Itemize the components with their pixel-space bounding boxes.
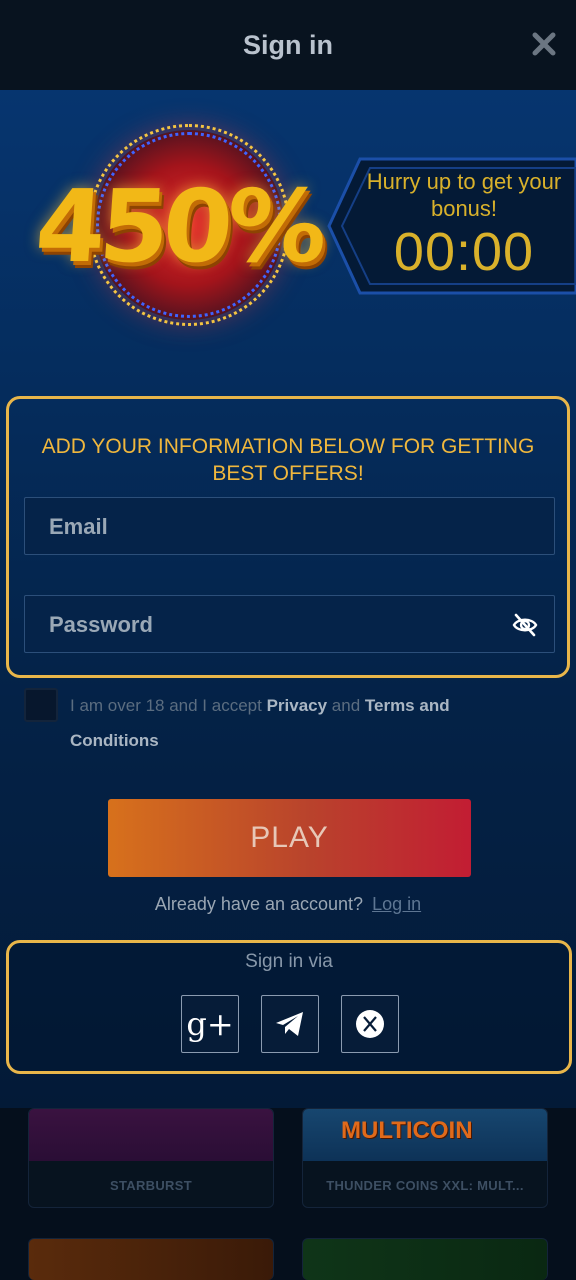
form-headline: ADD YOUR INFORMATION BELOW FOR GETTING B… (41, 435, 535, 485)
modal-title: Sign in (243, 29, 333, 60)
sign-in-via-label: Sign in via (245, 951, 333, 972)
password-placeholder: Password (49, 612, 153, 637)
close-icon[interactable] (530, 30, 558, 58)
age-consent-checkbox[interactable] (24, 688, 58, 722)
x-icon (356, 1010, 384, 1038)
x-sign-in-button[interactable] (341, 995, 399, 1053)
game-thumbnail (29, 1109, 273, 1161)
password-field[interactable]: Password (24, 595, 555, 653)
countdown-timer: 00:00 (393, 222, 535, 282)
bonus-percent: 450% (31, 168, 326, 285)
consent-prefix: I am over 18 and I accept (70, 696, 267, 715)
game-card-starburst[interactable]: STARBURST (28, 1108, 274, 1208)
game-thumbnail: MULTICOIN (303, 1109, 547, 1161)
modal-header: Sign in (0, 0, 576, 90)
hurry-text: Hurry up to get your bonus! (366, 169, 562, 221)
google-sign-in-button[interactable]: g+ (181, 995, 239, 1053)
login-question: Already have an account? (154, 894, 364, 914)
consent-and: and (327, 696, 365, 715)
game-card[interactable] (28, 1238, 274, 1280)
sign-in-modal: 450% Hurry up to get your bonus! 00:00 A… (0, 90, 576, 1108)
telegram-icon (276, 1012, 303, 1036)
telegram-sign-in-button[interactable] (261, 995, 319, 1053)
google-plus-icon: g+ (186, 1005, 234, 1043)
privacy-link[interactable]: Privacy (267, 696, 328, 715)
game-name: THUNDER COINS XXL: MULT... (326, 1177, 524, 1193)
bonus-timer: Hurry up to get your bonus! 00:00 (326, 156, 576, 296)
email-placeholder: Email (49, 514, 108, 539)
game-name: STARBURST (110, 1177, 192, 1193)
social-sign-in: Sign in via g+ (6, 940, 572, 1074)
eye-off-icon[interactable] (512, 612, 538, 638)
games-grid: STARBURST MULTICOIN THUNDER COINS XXL: M… (0, 1108, 576, 1280)
play-button[interactable]: PLAY (108, 799, 471, 877)
login-link[interactable]: Log in (372, 894, 421, 914)
game-logo: MULTICOIN (341, 1117, 473, 1144)
bonus-badge: 450% (30, 120, 326, 340)
sign-in-form: ADD YOUR INFORMATION BELOW FOR GETTING B… (6, 396, 570, 678)
consent-text: I am over 18 and I accept Privacy and Te… (70, 688, 530, 758)
email-field[interactable]: Email (24, 497, 555, 555)
game-card-thunder-coins[interactable]: MULTICOIN THUNDER COINS XXL: MULT... (302, 1108, 548, 1208)
login-prompt: Already have an account? Log in (0, 894, 576, 915)
game-card[interactable] (302, 1238, 548, 1280)
